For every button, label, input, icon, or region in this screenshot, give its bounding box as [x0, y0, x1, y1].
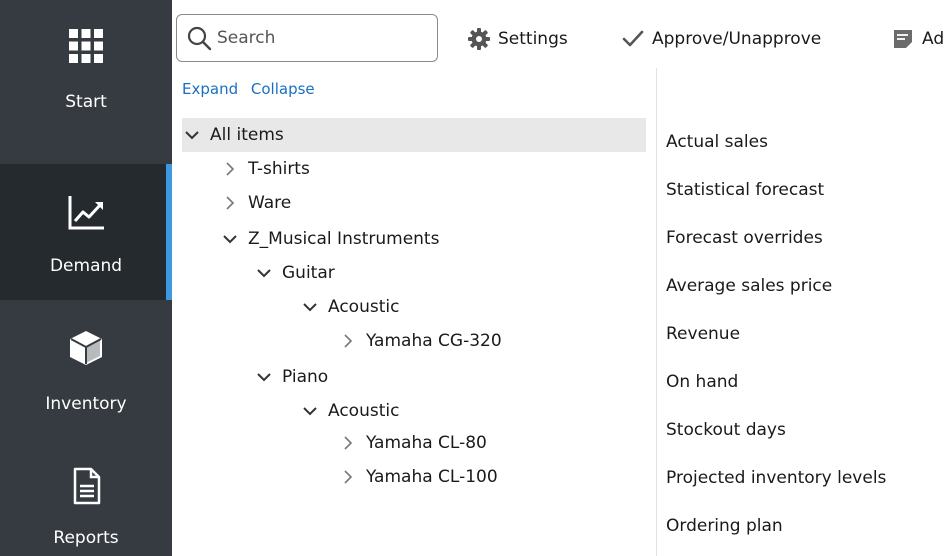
- tree-node-label: T-shirts: [248, 159, 310, 179]
- chevron-down-icon: [257, 373, 271, 382]
- settings-label: Settings: [498, 29, 568, 49]
- measure-item[interactable]: Average sales price: [666, 276, 832, 296]
- settings-button[interactable]: Settings: [468, 26, 568, 52]
- tree-actions: Expand Collapse: [182, 80, 323, 98]
- measure-item[interactable]: On hand: [666, 372, 738, 392]
- truncated-toolbar-button[interactable]: Ad: [892, 26, 944, 52]
- chevron-right-icon: [344, 334, 353, 348]
- tree-node-label: Piano: [282, 367, 329, 387]
- tree-node-piano[interactable]: Piano: [256, 364, 328, 390]
- checkmark-icon: [622, 30, 644, 47]
- tree-node-guitar[interactable]: Guitar: [256, 260, 335, 286]
- measure-item[interactable]: Statistical forecast: [666, 180, 824, 200]
- search-box[interactable]: [176, 14, 438, 62]
- chevron-down-icon: [303, 407, 317, 416]
- tree-node-z-musical-instruments[interactable]: Z_Musical Instruments: [222, 226, 439, 252]
- tree-node-label: Guitar: [282, 263, 335, 283]
- box-icon: [66, 328, 106, 368]
- tree-node-acoustic[interactable]: Acoustic: [302, 294, 399, 320]
- report-document-icon: [66, 466, 106, 506]
- search-icon: [187, 26, 212, 51]
- tree-node-label: Acoustic: [328, 401, 400, 421]
- chevron-down-icon: [185, 131, 199, 140]
- truncated-toolbar-label: Ad: [922, 29, 945, 49]
- chevron-right-icon: [226, 196, 235, 210]
- measure-item[interactable]: Forecast overrides: [666, 228, 823, 248]
- nav-item-inventory[interactable]: Inventory: [0, 300, 172, 436]
- nav-item-reports[interactable]: Reports: [0, 436, 172, 556]
- chevron-down-icon: [257, 269, 271, 278]
- tree-node-ware[interactable]: Ware: [222, 190, 291, 216]
- collapse-link[interactable]: Collapse: [251, 80, 315, 98]
- gear-icon: [468, 28, 490, 50]
- note-icon: [894, 30, 912, 48]
- chevron-down-icon: [303, 303, 317, 312]
- tree-node-t-shirts[interactable]: T-shirts: [222, 156, 310, 182]
- measure-item[interactable]: Projected inventory levels: [666, 468, 886, 488]
- nav-item-demand[interactable]: Demand: [0, 164, 172, 300]
- tree-node-yamaha-cl-100[interactable]: Yamaha CL-100: [340, 464, 498, 490]
- approve-unapprove-label: Approve/Unapprove: [652, 29, 822, 49]
- chevron-right-icon: [344, 436, 353, 450]
- tree-node-yamaha-cl-80[interactable]: Yamaha CL-80: [340, 430, 487, 456]
- chevron-right-icon: [344, 470, 353, 484]
- nav-item-label: Start: [65, 92, 107, 112]
- nav-rail: Start Demand Inventory Reports: [0, 0, 172, 556]
- tree-node-label: Ware: [248, 193, 292, 213]
- tree-node-label: Acoustic: [328, 297, 400, 317]
- measure-item[interactable]: Ordering plan: [666, 516, 783, 536]
- tree-node-label: Yamaha CL-80: [366, 433, 487, 453]
- chevron-right-icon: [226, 162, 235, 176]
- chevron-down-icon: [223, 235, 237, 244]
- tree-node-yamaha-cg-320[interactable]: Yamaha CG-320: [340, 328, 502, 354]
- tree-node-label: Yamaha CL-100: [366, 467, 498, 487]
- measure-item[interactable]: Actual sales: [666, 132, 768, 152]
- nav-item-label: Demand: [49, 256, 123, 276]
- trend-chart-icon: [66, 192, 106, 232]
- grid-icon: [66, 26, 106, 66]
- nav-item-label: Reports: [53, 528, 119, 548]
- search-input[interactable]: [217, 23, 427, 53]
- measure-item[interactable]: Revenue: [666, 324, 740, 344]
- nav-item-start[interactable]: Start: [0, 0, 172, 136]
- measure-item[interactable]: Stockout days: [666, 420, 786, 440]
- tree-node-label: Z_Musical Instruments: [248, 229, 440, 249]
- tree-node-label: All items: [210, 125, 284, 145]
- pane-divider[interactable]: [656, 68, 657, 556]
- tree-node-acoustic[interactable]: Acoustic: [302, 398, 399, 424]
- expand-link[interactable]: Expand: [182, 80, 238, 98]
- approve-unapprove-button[interactable]: Approve/Unapprove: [622, 26, 821, 52]
- nav-item-label: Inventory: [45, 394, 127, 414]
- tree-node-label: Yamaha CG-320: [366, 331, 502, 351]
- tree-node-all-items[interactable]: All items: [184, 122, 284, 148]
